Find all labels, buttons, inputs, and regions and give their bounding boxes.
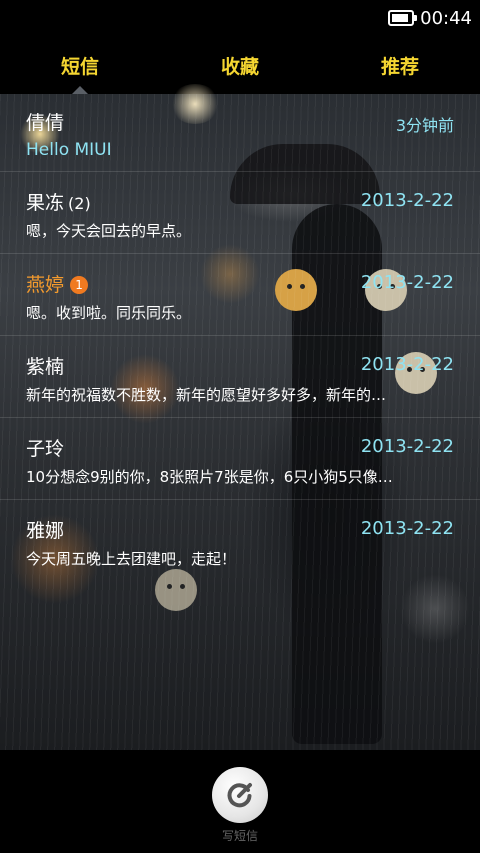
message-preview: 嗯，今天会回去的早点。	[26, 222, 192, 240]
tab-label: 收藏	[220, 55, 259, 78]
unread-badge: 1	[70, 276, 89, 294]
tab-sms[interactable]: 短信	[0, 36, 160, 94]
sender-name: 果冻 (2)	[26, 192, 91, 214]
compose-icon	[227, 783, 252, 808]
message-preview: 新年的祝福数不胜数，新年的愿望好多好多，新年的…	[26, 386, 387, 404]
message-date: 2013-2-22	[360, 190, 454, 211]
conversation-item[interactable]: 燕婷 1 2013-2-22 嗯。收到啦。同乐同乐。	[0, 254, 480, 336]
sender-name: 雅娜	[26, 520, 65, 542]
conversation-item[interactable]: 果冻 (2) 2013-2-22 嗯，今天会回去的早点。	[0, 172, 480, 254]
message-count: (2)	[68, 194, 91, 213]
message-date: 3分钟前	[395, 116, 454, 135]
tab-bar: 短信 收藏 推荐	[0, 36, 480, 94]
compose-label: 写短信	[221, 829, 258, 843]
message-date: 2013-2-22	[360, 272, 454, 293]
message-date: 2013-2-22	[360, 354, 454, 375]
message-preview: Hello MIUI	[26, 140, 112, 160]
conversation-item[interactable]: 紫楠 2013-2-22 新年的祝福数不胜数，新年的愿望好多好多，新年的…	[0, 336, 480, 418]
battery-level	[392, 14, 409, 22]
conversation-item[interactable]: 雅娜 2013-2-22 今天周五晚上去团建吧，走起！	[0, 500, 480, 582]
sender-name: 燕婷 1	[26, 270, 89, 297]
sender-name: 子玲	[26, 438, 65, 460]
conversation-item[interactable]: 倩倩 3分钟前 Hello MIUI	[0, 94, 480, 172]
sms-screen: 00:44 短信 收藏 推荐 倩倩 3分钟前 Hello MIUI 果冻 (2)…	[0, 0, 480, 853]
tab-recommended[interactable]: 推荐	[320, 36, 480, 94]
message-preview: 嗯。收到啦。同乐同乐。	[26, 304, 192, 322]
active-tab-indicator	[72, 86, 88, 94]
clock: 00:44	[420, 7, 472, 29]
message-date: 2013-2-22	[360, 436, 454, 457]
sender-name: 紫楠	[26, 356, 65, 378]
message-list: 倩倩 3分钟前 Hello MIUI 果冻 (2) 2013-2-22 嗯，今天会…	[0, 94, 480, 582]
tab-label: 短信	[60, 55, 99, 78]
conversation-item[interactable]: 子玲 2013-2-22 10分想念9别的你，8张照片7张是你，6只小狗5只像…	[0, 418, 480, 500]
tab-label: 推荐	[380, 55, 419, 78]
message-preview: 10分想念9别的你，8张照片7张是你，6只小狗5只像…	[26, 468, 393, 486]
bottom-bar: 写短信	[0, 750, 480, 853]
compose-button[interactable]	[212, 767, 268, 823]
message-preview: 今天周五晚上去团建吧，走起！	[26, 550, 237, 568]
sender-name: 倩倩	[26, 112, 65, 134]
status-bar: 00:44	[0, 0, 480, 36]
battery-icon	[388, 10, 418, 26]
message-date: 2013-2-22	[360, 518, 454, 539]
